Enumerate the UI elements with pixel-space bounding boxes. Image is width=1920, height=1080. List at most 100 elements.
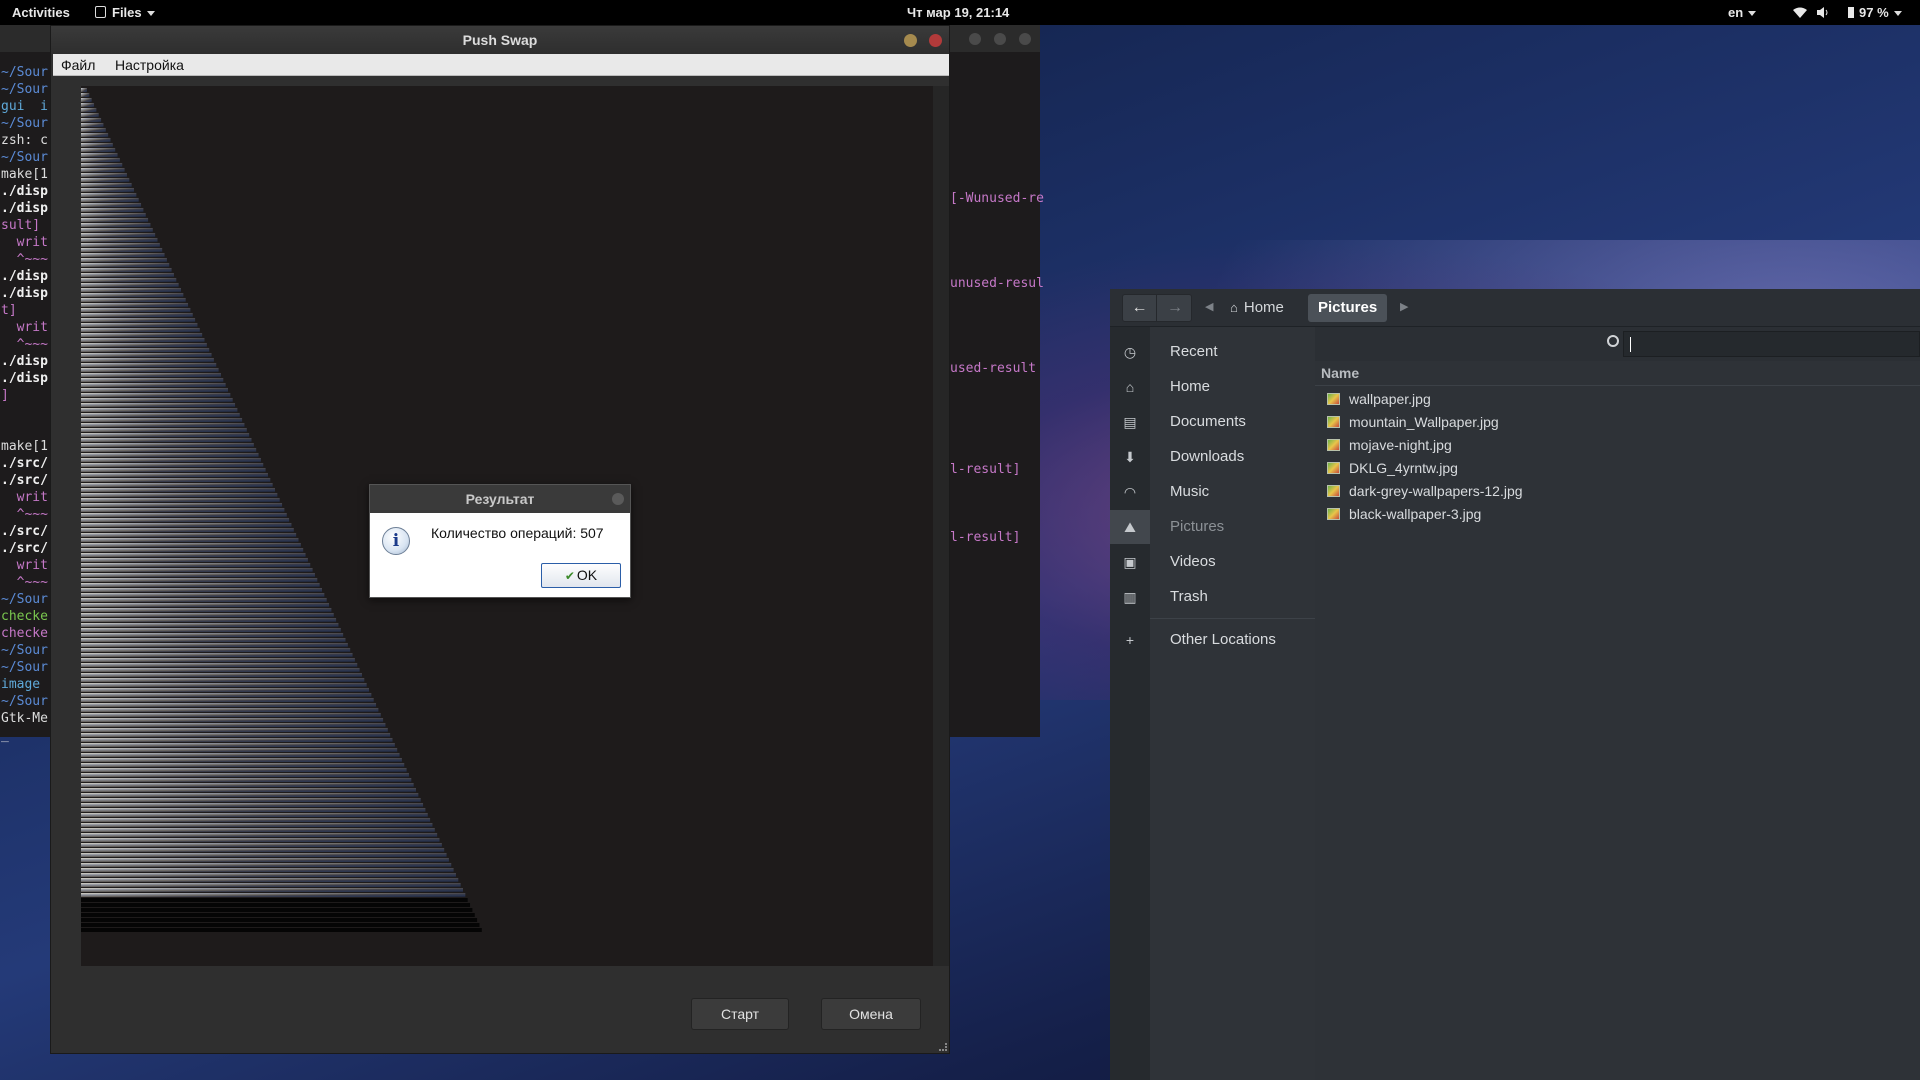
sidebar-item-label: Home (1170, 378, 1211, 395)
terminal-line: ./disp (1, 371, 48, 386)
sort-bar (81, 468, 266, 472)
file-row[interactable]: dark-grey-wallpapers-12.jpg (1327, 481, 1907, 503)
sort-bar (81, 748, 398, 752)
terminal-line: ~/Sour (1, 643, 48, 658)
sort-bar (81, 438, 252, 442)
sort-bar (81, 623, 339, 627)
sidebar-item-pictures[interactable]: ⛰ Pictures (1110, 510, 1315, 544)
file-row[interactable]: wallpaper.jpg (1327, 389, 1907, 411)
forward-arrow-icon[interactable]: → (1158, 295, 1192, 321)
terminal-line: make[1 (1, 167, 48, 182)
menu-settings[interactable]: Настройка (115, 57, 184, 73)
close-icon[interactable] (612, 493, 624, 505)
file-row[interactable]: DKLG_4yrntw.jpg (1327, 458, 1907, 480)
sort-bar (81, 638, 346, 642)
volume-icon[interactable] (1817, 6, 1829, 21)
terminal-line: ~/Sour (1, 150, 48, 165)
ok-label: OK (576, 567, 598, 583)
sort-bar (81, 878, 459, 882)
picture-icon: ⛰ (1110, 510, 1150, 544)
ok-button[interactable]: ✔ OK (541, 563, 621, 588)
close-icon[interactable] (1019, 33, 1031, 45)
search-input[interactable] (1623, 331, 1920, 357)
start-button[interactable]: Старт (691, 998, 789, 1030)
sidebar-item-label: Trash (1170, 588, 1208, 605)
sort-bar (81, 838, 440, 842)
breadcrumb-pictures[interactable]: Pictures (1308, 294, 1388, 322)
sort-bar (81, 798, 421, 802)
sidebar-item-label: Pictures (1170, 518, 1225, 535)
sidebar-item-recent[interactable]: ◷ Recent (1110, 335, 1315, 369)
terminal-line: checke (1, 609, 48, 624)
language-indicator[interactable]: en (1728, 5, 1757, 20)
sidebar-item-music[interactable]: ◠ Music (1110, 475, 1315, 509)
sort-bar (81, 778, 412, 782)
scrollbar[interactable] (933, 86, 949, 966)
cancel-button[interactable]: Омена (821, 998, 921, 1030)
battery-icon (1848, 7, 1854, 18)
resize-grip[interactable] (939, 1043, 947, 1051)
sort-bar (81, 848, 445, 852)
files-app-icon (95, 6, 106, 18)
sort-bar (81, 448, 257, 452)
menu-file[interactable]: Файл (61, 57, 95, 73)
chevron-right-icon[interactable]: ▶ (1400, 300, 1408, 313)
sort-bar (81, 233, 156, 237)
maximize-icon[interactable] (994, 33, 1006, 45)
places-sidebar: ◷ Recent ⌂ Home ▤ Documents ⬇ Downloads ◠ Music ⛰ P… (1110, 327, 1315, 1080)
push-swap-titlebar[interactable]: Push Swap (51, 26, 949, 54)
sort-bar (81, 383, 226, 387)
sort-bar (81, 288, 181, 292)
sort-bar (81, 443, 254, 447)
sidebar-item-videos[interactable]: ▣ Videos (1110, 545, 1315, 579)
sort-bar (81, 828, 435, 832)
sidebar-item-other-locations[interactable]: + Other Locations (1110, 623, 1315, 657)
app-menu-files[interactable]: Files (95, 5, 155, 20)
sort-bar (81, 668, 360, 672)
sidebar-item-trash[interactable]: ▥ Trash (1110, 580, 1315, 614)
terminal-line: ^~~~ (1, 575, 48, 590)
sort-bar (81, 113, 99, 117)
sort-bar (81, 743, 395, 747)
minimize-icon[interactable] (969, 33, 981, 45)
sort-bar (81, 863, 452, 867)
sort-bar (81, 178, 130, 182)
sort-bar (81, 333, 203, 337)
dialog-titlebar[interactable]: Результат (370, 485, 630, 513)
minimize-icon[interactable] (904, 34, 917, 47)
breadcrumb-home[interactable]: ⌂ Home (1230, 294, 1284, 322)
top-bar: Activities Files Чт мар 19, 21:14 en 97 … (0, 0, 1920, 25)
close-icon[interactable] (929, 34, 942, 47)
battery-indicator[interactable]: 97 % (1848, 5, 1902, 20)
clock[interactable]: Чт мар 19, 21:14 (907, 5, 1009, 20)
activities-button[interactable]: Activities (12, 5, 70, 20)
file-name: mojave-night.jpg (1349, 437, 1452, 453)
sort-bar (81, 223, 151, 227)
sort-bar (81, 698, 374, 702)
chevron-left-icon[interactable]: ◀ (1205, 300, 1213, 313)
column-header-name[interactable]: Name (1321, 365, 1359, 381)
sort-bar (81, 503, 283, 507)
terminal-line: Gtk-Me (1, 711, 48, 726)
sort-bar (81, 138, 111, 142)
wifi-icon[interactable] (1793, 6, 1807, 21)
chevron-down-icon (1893, 11, 1902, 17)
file-row[interactable]: mojave-night.jpg (1327, 435, 1907, 457)
file-row[interactable]: mountain_Wallpaper.jpg (1327, 412, 1907, 434)
sort-bar (81, 338, 205, 342)
sort-bar (81, 893, 466, 897)
sidebar-item-documents[interactable]: ▤ Documents (1110, 405, 1315, 439)
sort-bar (81, 433, 250, 437)
sort-bar (81, 203, 142, 207)
clock-icon: ◷ (1123, 344, 1137, 360)
sort-bar (81, 118, 102, 122)
sort-bar (81, 598, 327, 602)
back-arrow-icon[interactable]: ← (1123, 295, 1157, 321)
file-row[interactable]: black-wallpaper-3.jpg (1327, 504, 1907, 526)
sidebar-item-downloads[interactable]: ⬇ Downloads (1110, 440, 1315, 474)
sidebar-item-home[interactable]: ⌂ Home (1110, 370, 1315, 404)
chevron-down-icon (1748, 11, 1757, 17)
terminal-line: [-Wunused-re (950, 191, 1044, 206)
sort-bar (81, 103, 95, 107)
image-file-icon (1327, 416, 1340, 428)
